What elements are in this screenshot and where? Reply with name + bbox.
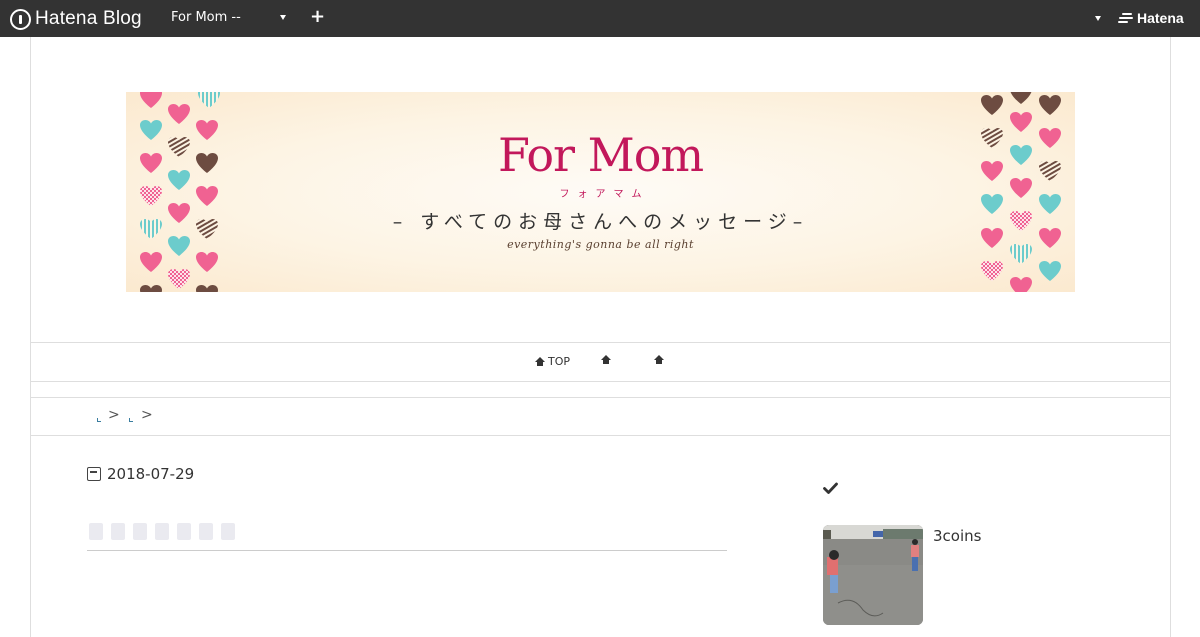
breadcrumb-home-link[interactable] <box>97 418 101 422</box>
title-glyph <box>111 523 125 540</box>
calendar-icon <box>87 467 101 481</box>
hatena-blog-logo[interactable]: Hatena Blog <box>10 8 142 30</box>
account-menu-chevron-icon[interactable] <box>1095 16 1101 21</box>
home-icon <box>654 355 664 364</box>
title-glyph <box>133 523 147 540</box>
entry-title[interactable] <box>89 523 235 540</box>
nav-item-3[interactable] <box>654 355 667 364</box>
entry-date[interactable]: 2018-07-29 <box>87 465 194 483</box>
sidebar-entry-title[interactable]: 3coins <box>933 527 981 545</box>
banner-brand-title: For Mom <box>497 128 704 182</box>
hatena-logo-icon <box>10 8 31 30</box>
chevron-down-icon[interactable] <box>280 15 286 20</box>
breadcrumb-category-link[interactable] <box>129 418 133 422</box>
global-nav: TOP <box>30 342 1171 382</box>
blog-selector[interactable]: For Mom -- <box>171 10 289 25</box>
banner-message: – すべてのお母さんへのメッセージ– <box>392 211 809 233</box>
check-icon <box>823 482 838 494</box>
nav-item-label: TOP <box>548 355 571 368</box>
nav-item-top[interactable]: TOP <box>535 355 570 368</box>
hatena-account-link[interactable]: Hatena <box>1118 10 1184 26</box>
title-glyph <box>155 523 169 540</box>
banner-kana: フォアマム <box>559 189 650 200</box>
entry-title-divider <box>87 550 727 551</box>
breadcrumb-separator: > <box>141 407 153 423</box>
hatena-blog-brand: Hatena Blog <box>35 8 142 29</box>
breadcrumb: > > <box>30 397 1171 436</box>
hatena-brand-label: Hatena <box>1137 10 1184 26</box>
home-icon <box>601 355 611 364</box>
hatena-top-bar: Hatena Blog For Mom -- + Hatena <box>0 0 1200 37</box>
breadcrumb-separator: > <box>108 407 120 423</box>
entry-date-label: 2018-07-29 <box>107 465 195 483</box>
nav-item-2[interactable] <box>601 355 614 364</box>
title-glyph <box>177 523 191 540</box>
entry-thumbnail[interactable] <box>823 525 923 625</box>
blog-header-banner[interactable]: For Mom フォアマム – すべてのお母さんへのメッセージ– everyth… <box>126 92 1075 292</box>
add-post-button[interactable]: + <box>310 6 325 27</box>
hatena-lines-icon <box>1118 12 1134 24</box>
title-glyph <box>221 523 235 540</box>
home-icon <box>535 357 545 366</box>
title-glyph <box>199 523 213 540</box>
banner-tagline: everything's gonna be all right <box>507 238 694 251</box>
title-glyph <box>89 523 103 540</box>
